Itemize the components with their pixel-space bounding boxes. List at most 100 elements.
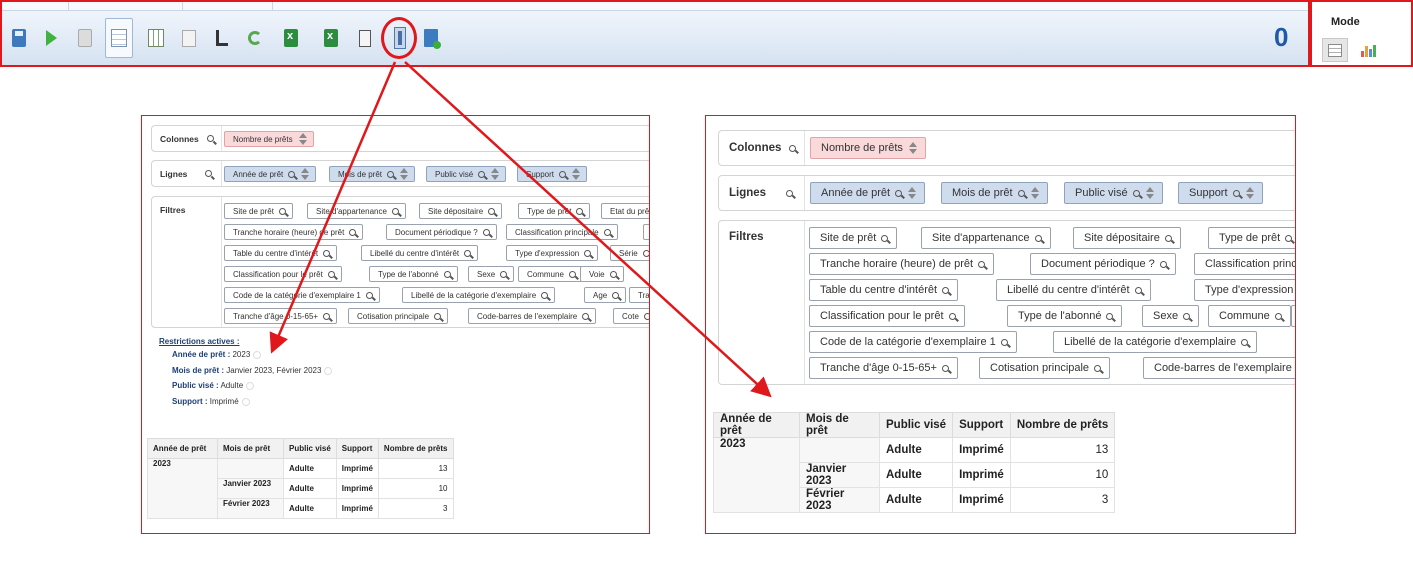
remove-restriction-icon[interactable] (246, 381, 255, 390)
filter-field-chip[interactable]: Type de l'abonné (369, 266, 458, 282)
filter-field-chip[interactable]: Document périodique ? (1030, 253, 1176, 275)
remove-restriction-icon[interactable] (241, 397, 250, 406)
refresh-button[interactable] (242, 23, 268, 53)
row-field-chip[interactable]: Année de prêt (224, 166, 317, 182)
filter-field-chip[interactable]: Table du centre d'intérêt (224, 245, 338, 261)
filter-field-chip[interactable]: Document périodique ? (386, 224, 497, 240)
search-icon (881, 234, 889, 242)
filter-field-chip[interactable]: Sexe (468, 266, 515, 282)
table-button[interactable] (143, 23, 169, 53)
row-field-chip[interactable]: Mois de prêt (941, 182, 1048, 204)
filter-field-chip[interactable]: Classification pour le prêt (809, 305, 965, 327)
search-icon (488, 207, 496, 215)
filter-field-chip[interactable]: Classification principale (506, 224, 618, 240)
column-field-chip[interactable]: Nombre de prêts (224, 131, 314, 147)
filter-field-chip[interactable]: Cotisation principale (979, 357, 1111, 379)
search-icon (643, 312, 649, 320)
toolbar: 0 (0, 0, 1310, 67)
filter-field-chip[interactable]: Code de la catégorie d'exemplaire 1 (224, 287, 380, 303)
export-button[interactable] (418, 23, 444, 53)
filter-field-chip[interactable]: Type d'expression (1194, 279, 1295, 301)
run-button[interactable] (38, 23, 64, 53)
run-icon (45, 30, 57, 46)
restriction-item: Public visé : Adulte (172, 381, 255, 390)
restriction-item: Support : Imprimé (172, 397, 250, 406)
filter-field-chip[interactable]: Libellé de la catégorie d'exemplaire (1053, 331, 1258, 353)
filter-field-chip[interactable]: Langue (643, 224, 649, 240)
filter-field-chip[interactable]: Libellé de la catégorie d'exemplaire (402, 287, 556, 303)
row-field-chip[interactable]: Année de prêt (810, 182, 926, 204)
month-cell (217, 458, 284, 479)
search-icon (942, 286, 950, 294)
filter-field-chip[interactable]: Code-barres de l'exemplaire (1143, 357, 1295, 379)
filter-field-chip[interactable]: Cotisation principale (348, 308, 449, 324)
month-cell (799, 437, 880, 463)
filter-field-chip[interactable]: Voie (580, 266, 624, 282)
excel-export-2-button[interactable] (318, 23, 344, 53)
filter-field-chip[interactable]: Libellé du centre d'intérêt (996, 279, 1151, 301)
filters-label: Filtres (160, 205, 186, 215)
filter-field-chip[interactable]: Commune (518, 266, 583, 282)
document-button[interactable] (352, 23, 378, 53)
excel-export-button[interactable] (278, 23, 304, 53)
remove-restriction-icon[interactable] (253, 350, 262, 359)
filter-field-chip[interactable]: Commune (1208, 305, 1291, 327)
filter-field-chip[interactable]: Site de prêt (224, 203, 293, 219)
filter-field-chip[interactable]: Libellé du centre d'intérêt (361, 245, 479, 261)
toolbar-top-strip (2, 2, 1308, 11)
filter-field-chip[interactable]: Tranche horaire (heure) de prêt (809, 253, 995, 275)
row-field-chip[interactable]: Public visé (426, 166, 507, 182)
filter-field-chip[interactable]: Type de prêt (1208, 227, 1295, 249)
comment-button[interactable] (72, 23, 98, 53)
filter-field-chip[interactable]: Site dépositaire (419, 203, 503, 219)
grid-view-button[interactable] (105, 18, 133, 58)
filter-field-chip[interactable]: Etat du prêt (601, 203, 649, 219)
filter-field-chip[interactable]: Voie (1291, 305, 1295, 327)
row-field-chip[interactable]: Support (517, 166, 588, 182)
filter-field-chip[interactable]: Tranche d'âge (629, 287, 649, 303)
columns-label: Colonnes (160, 126, 214, 151)
tree-button[interactable] (209, 23, 235, 53)
filter-field-chip[interactable]: Classification pour le prêt (224, 266, 342, 282)
filter-field-chip[interactable]: Type de prêt (518, 203, 591, 219)
restriction-item: Mois de prêt : Janvier 2023, Février 202… (172, 366, 333, 375)
row-field-chip[interactable]: Mois de prêt (329, 166, 416, 182)
filter-field-chip[interactable]: Classification principale (1194, 253, 1295, 275)
count-cell: 13 (1009, 437, 1116, 463)
search-icon (541, 291, 549, 299)
filter-field-chip[interactable]: Site d'appartenance (921, 227, 1051, 249)
filter-field-chip[interactable]: Type d'expression (506, 245, 599, 261)
audience-cell: Adulte (283, 478, 337, 499)
filter-field-chip[interactable]: Cote (613, 308, 649, 324)
remove-restriction-icon[interactable] (324, 366, 333, 375)
filter-field-chip[interactable]: Site de prêt (809, 227, 898, 249)
filter-field-chip[interactable]: Site dépositaire (1073, 227, 1181, 249)
table-mode-icon (1328, 43, 1342, 57)
row-field-chip[interactable]: Support (1178, 182, 1263, 204)
search-icon (278, 207, 286, 215)
filter-field-chip[interactable]: Tranche horaire (heure) de prêt (224, 224, 364, 240)
filter-field-chip[interactable]: Site d'appartenance (307, 203, 406, 219)
filter-field-chip[interactable]: Code de la catégorie d'exemplaire 1 (809, 331, 1017, 353)
count-cell: 10 (377, 478, 454, 499)
filter-field-chip[interactable]: Tranche d'âge 0-15-65+ (809, 357, 958, 379)
filter-field-chip[interactable]: Type de l'abonné (1007, 305, 1123, 327)
column-header: Support (952, 412, 1011, 438)
row-field-chip[interactable]: Public visé (1064, 182, 1163, 204)
search-icon (612, 291, 620, 299)
excel-export-icon (284, 29, 298, 47)
save-button[interactable] (6, 23, 32, 53)
filters-zone: Filtres Site de prêt Site d'appartenance S… (718, 220, 1295, 385)
table-mode-button[interactable] (1322, 38, 1348, 62)
filter-field-chip[interactable]: Sexe (1142, 305, 1200, 327)
filter-field-chip[interactable]: Code-barres de l'exemplaire (468, 308, 597, 324)
filter-field-chip[interactable]: Age (584, 287, 627, 303)
search-icon (205, 170, 213, 177)
clear-button[interactable] (176, 23, 202, 53)
search-icon (941, 364, 949, 372)
column-field-chip[interactable]: Nombre de prêts (810, 137, 926, 159)
filter-field-chip[interactable]: Tranche d'âge 0-15-65+ (224, 308, 338, 324)
filter-field-chip[interactable]: Série (610, 245, 649, 261)
filter-field-chip[interactable]: Table du centre d'intérêt (809, 279, 959, 301)
chart-mode-button[interactable] (1356, 38, 1382, 62)
